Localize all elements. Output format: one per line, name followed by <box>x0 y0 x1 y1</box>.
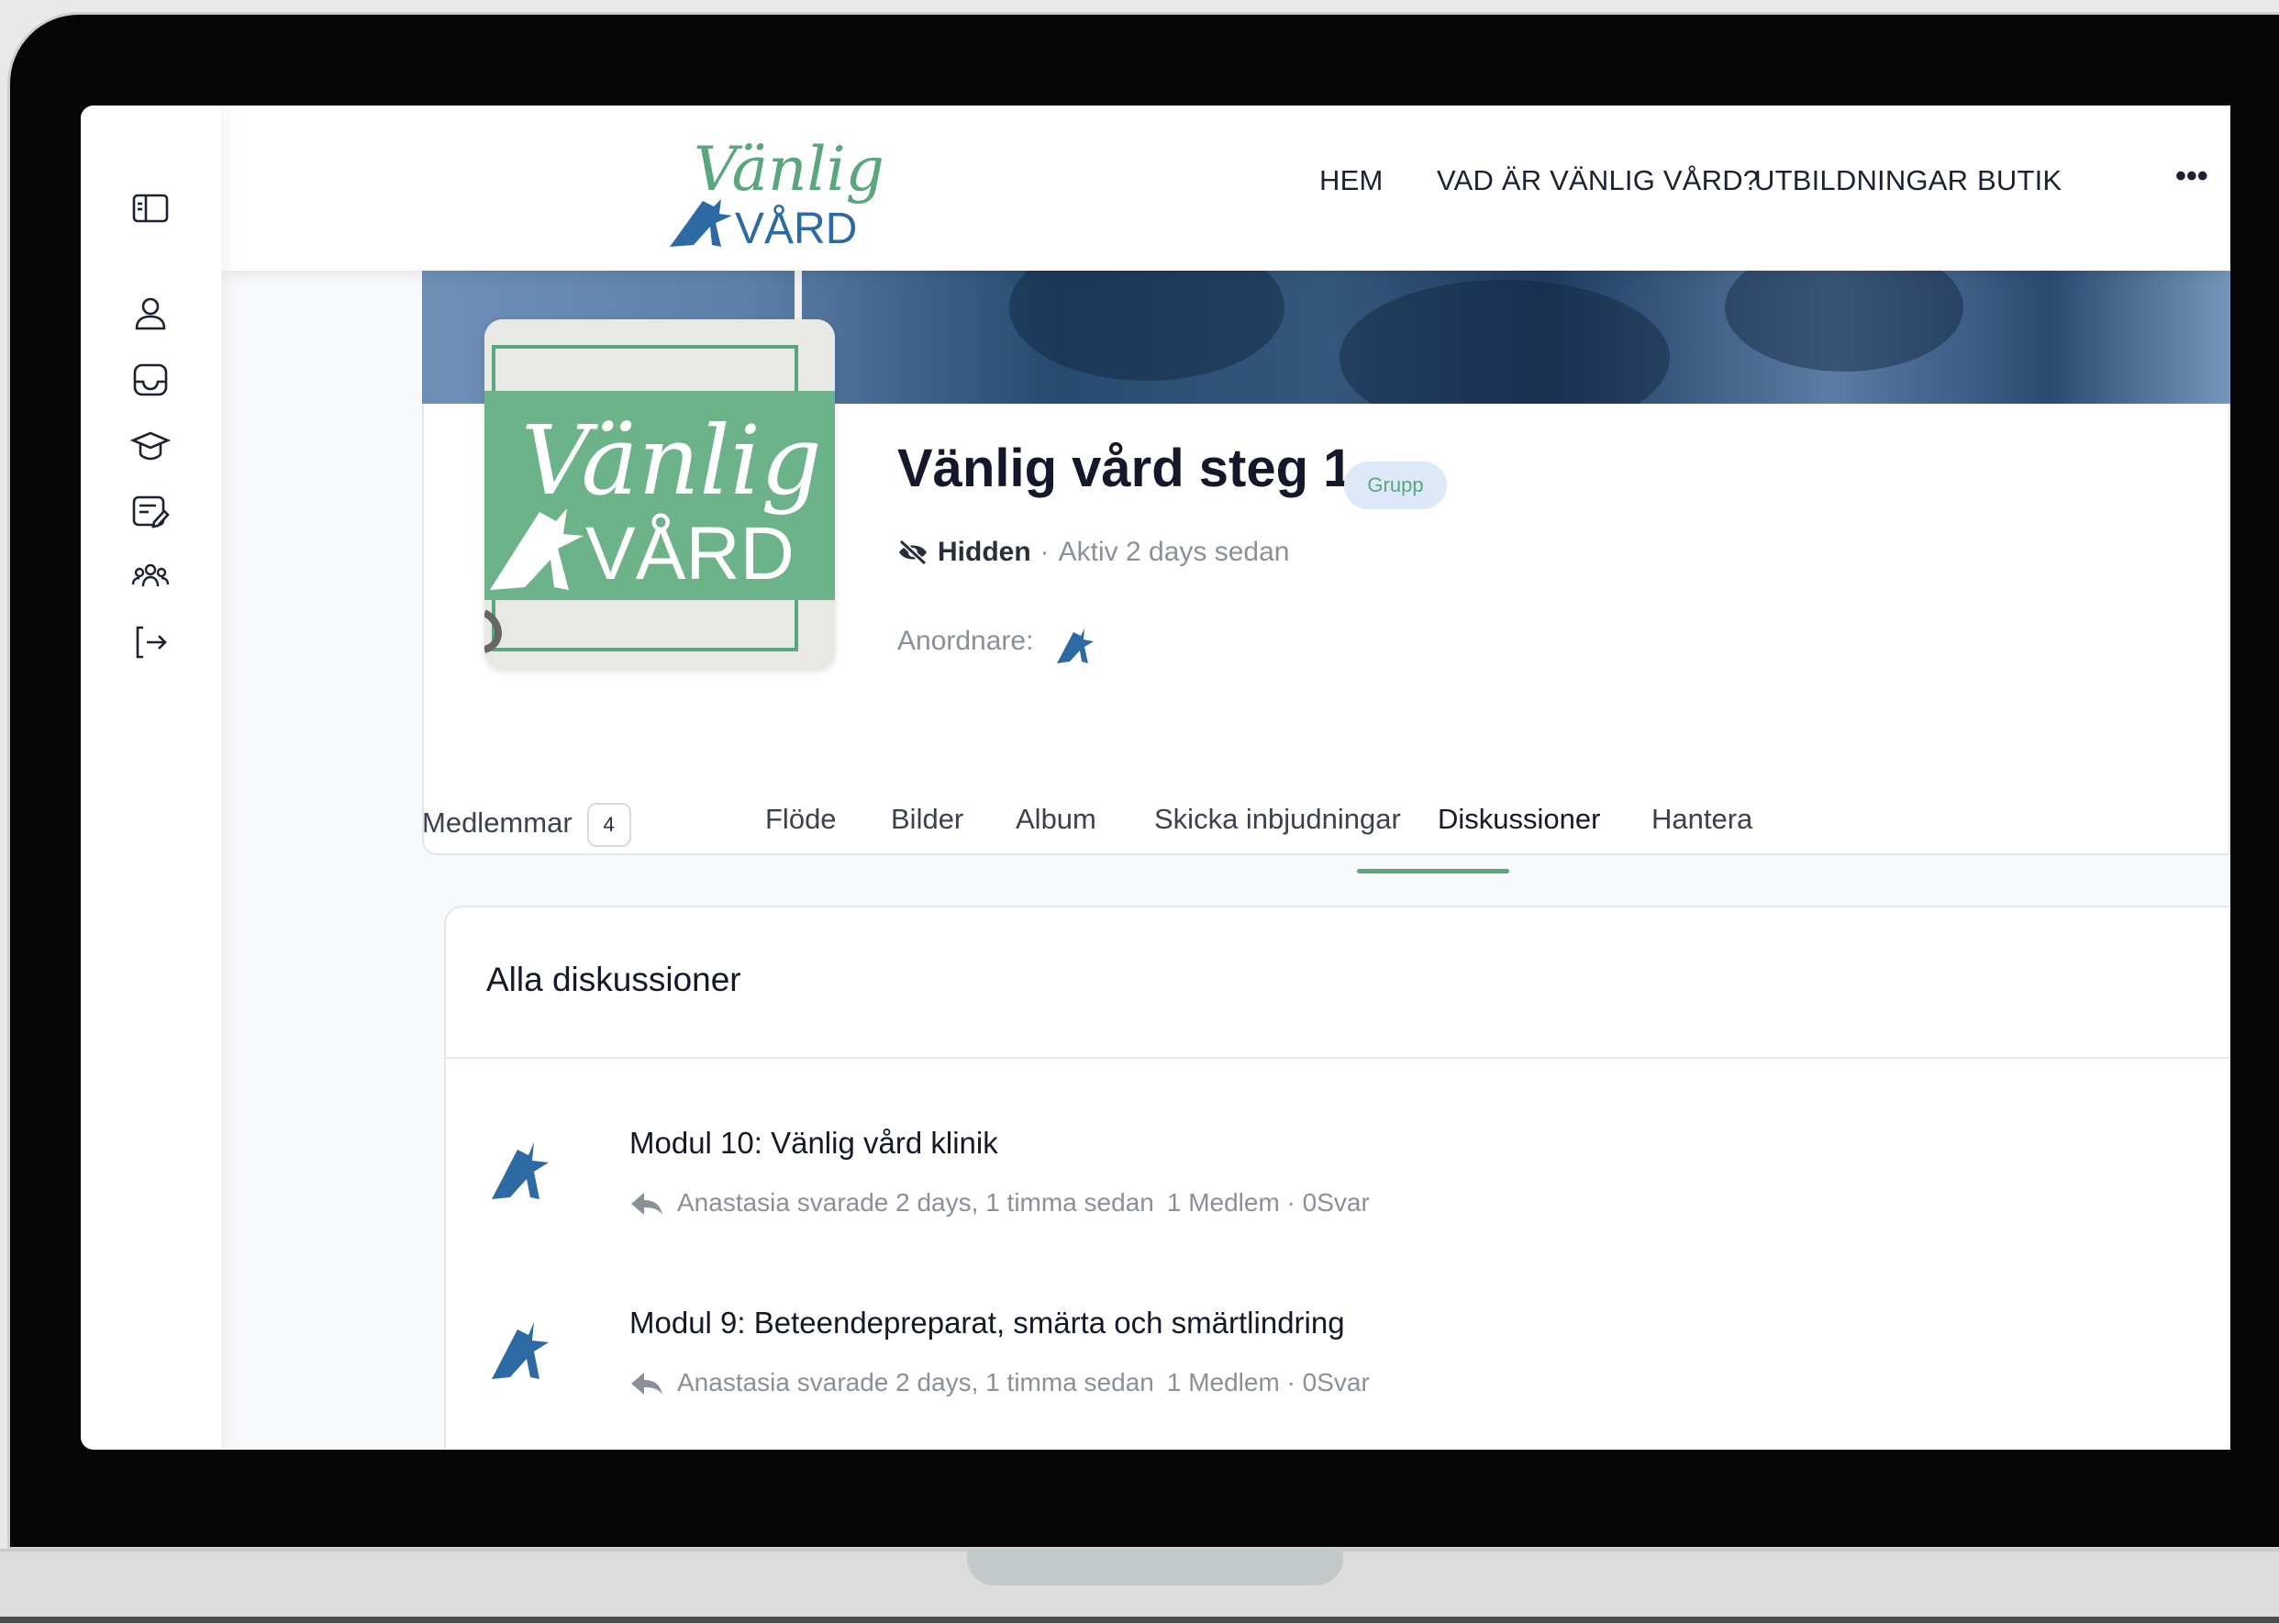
svg-text:VÅRD: VÅRD <box>585 512 795 595</box>
nav-shop[interactable]: BUTIK <box>1977 164 2062 197</box>
laptop-notch <box>967 1551 1343 1585</box>
discussion-title[interactable]: Modul 10: Vänlig vård klinik <box>629 1126 998 1161</box>
tab-send-invites[interactable]: Skicka inbjudningar <box>1154 803 1401 836</box>
site-logo[interactable]: Vänlig VÅRD <box>666 128 905 256</box>
organizer-row: Anordnare: <box>897 617 1103 665</box>
last-reply-text: Anastasia svarade 2 days, 1 timma sedan <box>677 1188 1154 1217</box>
panel-toggle-icon[interactable] <box>130 188 171 228</box>
tab-albums[interactable]: Album <box>1016 803 1096 836</box>
nav-courses[interactable]: UTBILDNINGAR <box>1754 164 1968 197</box>
tab-feed[interactable]: Flöde <box>765 803 837 836</box>
discussion-stats: 1 Medlem · 0Svar <box>1166 1188 1370 1217</box>
last-reply-text: Anastasia svarade 2 days, 1 timma sedan <box>677 1368 1154 1396</box>
tab-members[interactable]: Medlemmar 4 <box>422 803 631 847</box>
group-status: Hidden · Aktiv 2 days sedan <box>897 537 1289 568</box>
left-sidebar <box>81 106 221 1450</box>
eye-slash-icon <box>898 539 928 566</box>
visibility-label: Hidden <box>938 537 1031 567</box>
svg-text:Vänlig: Vänlig <box>521 405 822 517</box>
svg-text:VÅRD: VÅRD <box>735 205 857 253</box>
svg-text:Vänlig: Vänlig <box>694 134 884 205</box>
discussion-meta: Anastasia svarade 2 days, 1 timma sedan … <box>629 1368 1370 1397</box>
activity-label: Aktiv 2 days sedan <box>1058 537 1290 567</box>
discussion-author-avatar <box>492 1142 549 1199</box>
logout-icon[interactable] <box>130 622 171 662</box>
discussion-author-avatar <box>492 1322 549 1379</box>
status-separator: · <box>1039 537 1050 567</box>
discussion-title[interactable]: Modul 9: Beteendepreparat, smärta och sm… <box>629 1306 1345 1340</box>
active-tab-indicator <box>1357 869 1509 873</box>
courses-icon[interactable] <box>130 425 171 465</box>
members-count-badge: 4 <box>586 803 631 847</box>
group-title: Vänlig vård steg 1 <box>897 439 1353 498</box>
discussion-stats: 1 Medlem · 0Svar <box>1166 1368 1370 1396</box>
notes-icon[interactable] <box>130 491 171 531</box>
tab-manage[interactable]: Hantera <box>1651 803 1752 836</box>
discussions-panel: Alla diskussioner Modul 10: Vänlig vård … <box>444 906 2230 1450</box>
top-navigation: Vänlig VÅRD HEM VAD ÄR VÄNLIG VÅRD? UTBI… <box>221 106 2230 271</box>
discussions-header: Alla diskussioner <box>486 961 741 998</box>
inbox-icon[interactable] <box>130 360 171 400</box>
discussion-item[interactable]: Modul 10: Vänlig vård klinik Anastasia s… <box>446 1109 2230 1256</box>
reply-icon <box>631 1373 662 1395</box>
app-screen: Vänlig VÅRD HEM VAD ÄR VÄNLIG VÅRD? UTBI… <box>81 106 2230 1450</box>
reply-icon <box>631 1193 662 1215</box>
groups-icon[interactable] <box>130 556 171 596</box>
profile-icon[interactable] <box>130 294 171 334</box>
nav-home[interactable]: HEM <box>1319 164 1384 197</box>
discussion-item[interactable]: Modul 9: Beteendepreparat, smärta och sm… <box>446 1289 2230 1436</box>
organizer-label: Anordnare: <box>897 626 1034 656</box>
laptop-edge <box>0 1617 2279 1623</box>
divider <box>446 1057 2230 1059</box>
group-avatar: Vänlig VÅRD <box>484 319 835 670</box>
group-type-badge: Grupp <box>1344 462 1447 509</box>
discussion-meta: Anastasia svarade 2 days, 1 timma sedan … <box>629 1188 1370 1218</box>
more-menu-icon[interactable]: ••• <box>2175 159 2208 195</box>
tab-photos[interactable]: Bilder <box>891 803 963 836</box>
organizer-avatar[interactable] <box>1055 617 1103 665</box>
tab-discussions[interactable]: Diskussioner <box>1438 803 1600 836</box>
nav-about[interactable]: VAD ÄR VÄNLIG VÅRD? <box>1437 164 1759 197</box>
